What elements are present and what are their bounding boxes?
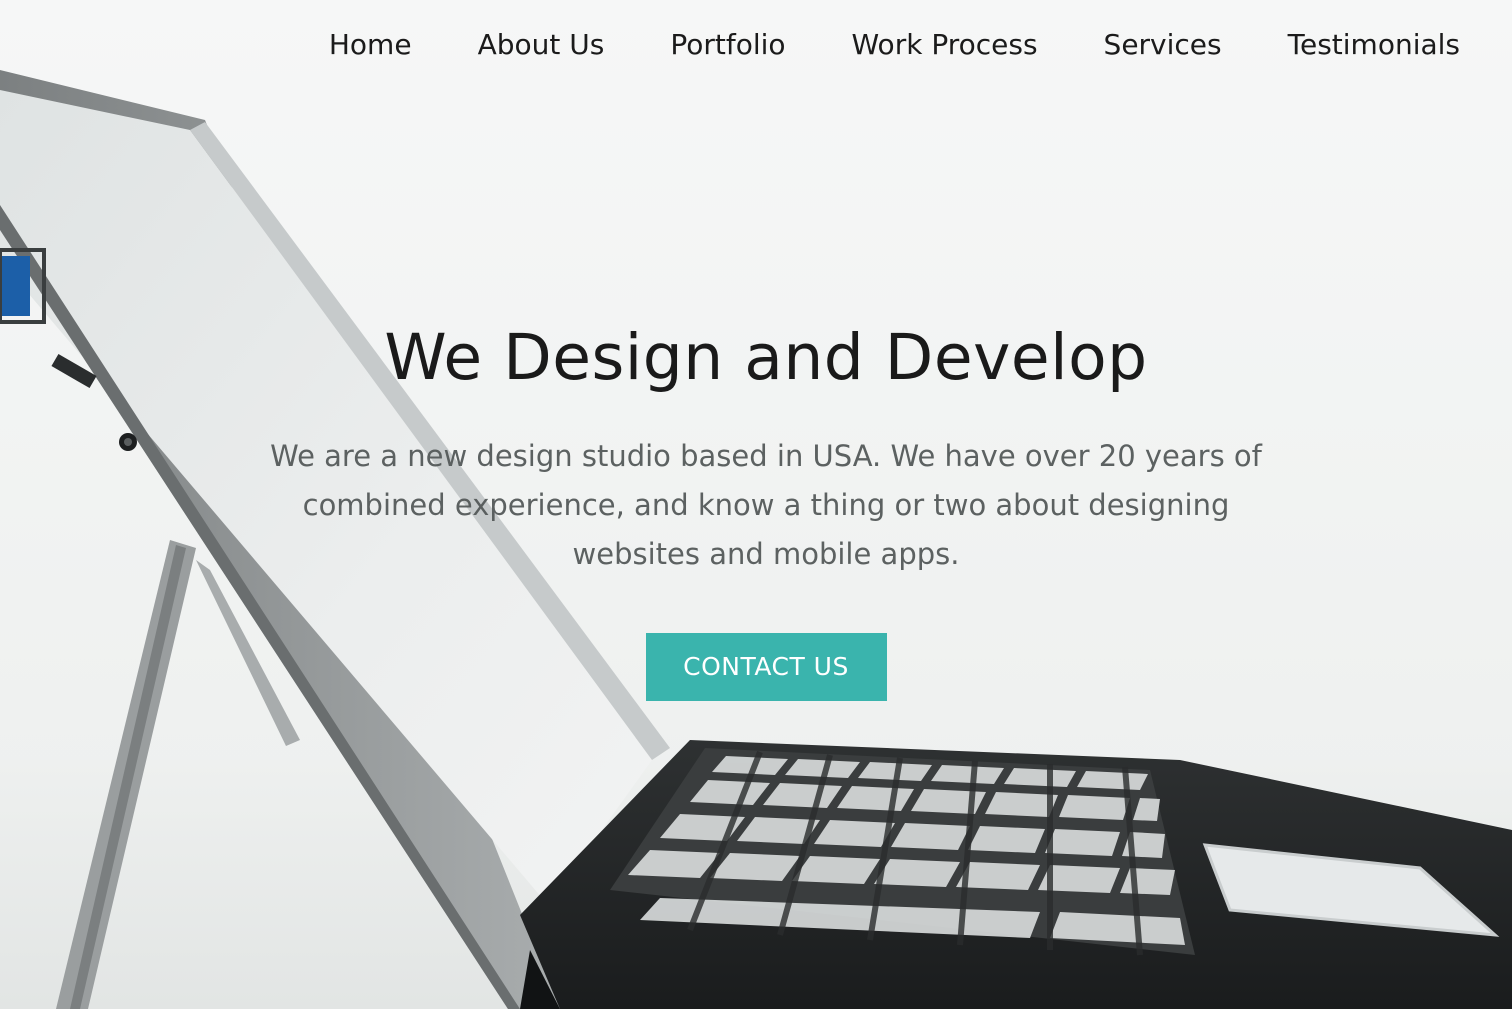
contact-us-button[interactable]: CONTACT US bbox=[645, 633, 887, 701]
page: Home About Us Portfolio Work Process Ser… bbox=[0, 0, 1512, 1009]
nav-item-testimonials[interactable]: Testimonials bbox=[1288, 28, 1460, 61]
hero-section: We Design and Develop We are a new desig… bbox=[0, 316, 1512, 701]
nav-item-portfolio[interactable]: Portfolio bbox=[670, 28, 785, 61]
nav-item-work-process[interactable]: Work Process bbox=[852, 28, 1038, 61]
hero-description: We are a new design studio based in USA.… bbox=[270, 439, 1262, 571]
hero-title: We Design and Develop bbox=[384, 321, 1148, 394]
nav-item-services[interactable]: Services bbox=[1104, 28, 1222, 61]
top-navigation: Home About Us Portfolio Work Process Ser… bbox=[263, 28, 1460, 61]
nav-item-about-us[interactable]: About Us bbox=[478, 28, 605, 61]
nav-item-home[interactable]: Home bbox=[329, 28, 412, 61]
